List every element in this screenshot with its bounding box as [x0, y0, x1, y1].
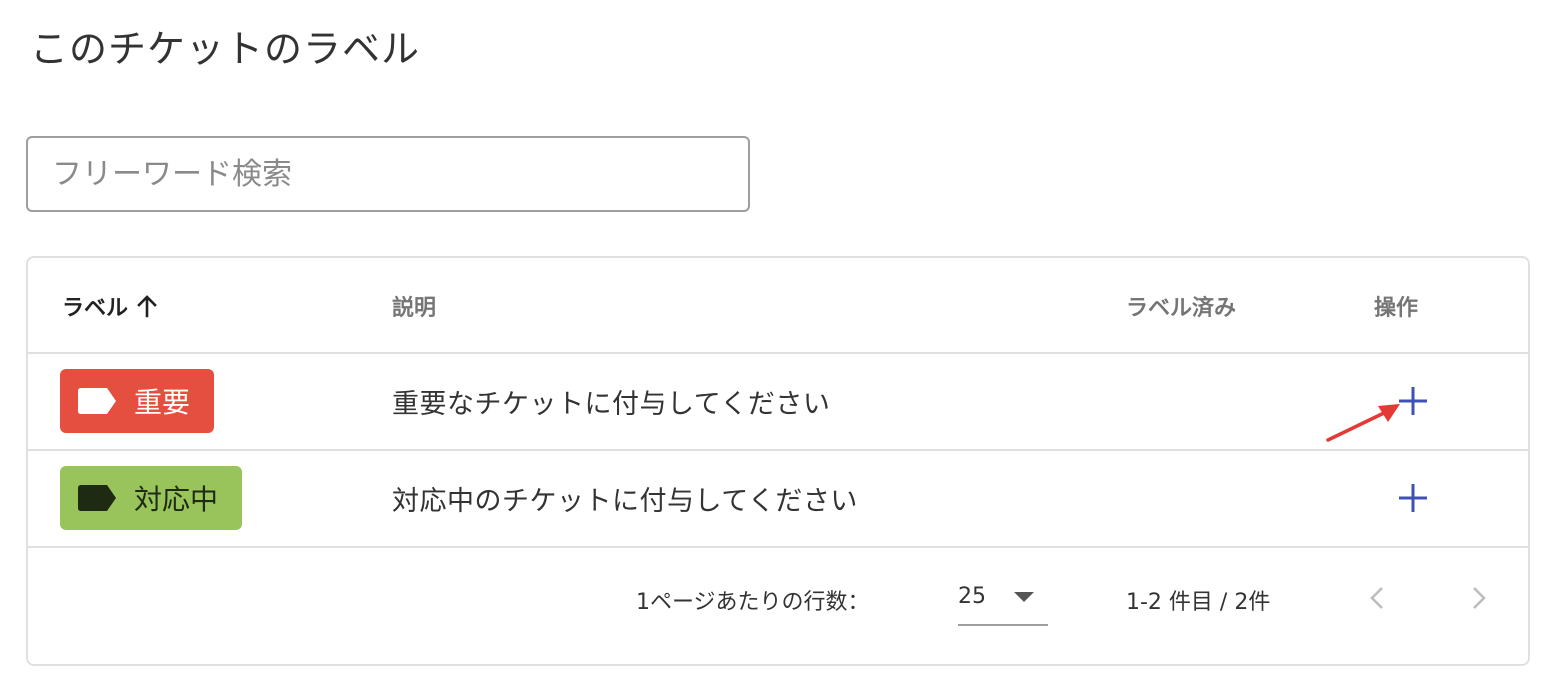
search-input[interactable]: [28, 138, 748, 210]
rows-per-page-value: 25: [958, 584, 986, 609]
table-header: ラベル 説明 ラベル済み 操作: [28, 258, 1528, 354]
column-header-labeled[interactable]: ラベル済み: [1126, 290, 1236, 322]
label-chip-text: 重要: [134, 386, 191, 419]
add-label-button[interactable]: [1396, 384, 1430, 418]
rows-per-page-label: 1ページあたりの行数：: [636, 590, 870, 615]
plus-icon: [1399, 387, 1427, 415]
rows-per-page-select[interactable]: 25: [958, 576, 1048, 626]
chevron-left-icon: [1370, 587, 1383, 609]
page-title: このチケットのラベル: [30, 27, 421, 71]
previous-page-button[interactable]: [1362, 582, 1394, 614]
tag-icon: [78, 388, 118, 414]
tag-icon: [78, 485, 118, 511]
table-pagination: 1ページあたりの行数： 25 1-2 件目 / 2件: [28, 548, 1528, 666]
caret-down-icon: [1014, 592, 1034, 602]
plus-icon: [1399, 484, 1427, 512]
table-row: 対応中 対応中のチケットに付与してください: [28, 451, 1528, 548]
pagination-range: 1-2 件目 / 2件: [1126, 590, 1271, 615]
next-page-button[interactable]: [1462, 582, 1494, 614]
column-header-label-text: ラベル: [62, 296, 129, 321]
table-row: 重要 重要なチケットに付与してください: [28, 354, 1528, 451]
label-chip-important: 重要: [60, 369, 215, 433]
search-box[interactable]: [26, 136, 750, 212]
labels-table: ラベル 説明 ラベル済み 操作 重要 重要なチケットに付与してください 対応中 …: [26, 256, 1530, 666]
sort-ascending-icon[interactable]: [136, 294, 158, 318]
column-header-description[interactable]: 説明: [392, 290, 436, 322]
column-header-actions: 操作: [1374, 296, 1419, 321]
add-label-button[interactable]: [1396, 481, 1430, 515]
label-chip-text: 対応中: [134, 483, 219, 516]
label-chip-in-progress: 対応中: [60, 466, 243, 530]
column-header-label[interactable]: ラベル: [62, 290, 158, 322]
label-description: 重要なチケットに付与してください: [392, 389, 831, 420]
label-description: 対応中のチケットに付与してください: [392, 486, 858, 517]
chevron-right-icon: [1473, 587, 1486, 609]
